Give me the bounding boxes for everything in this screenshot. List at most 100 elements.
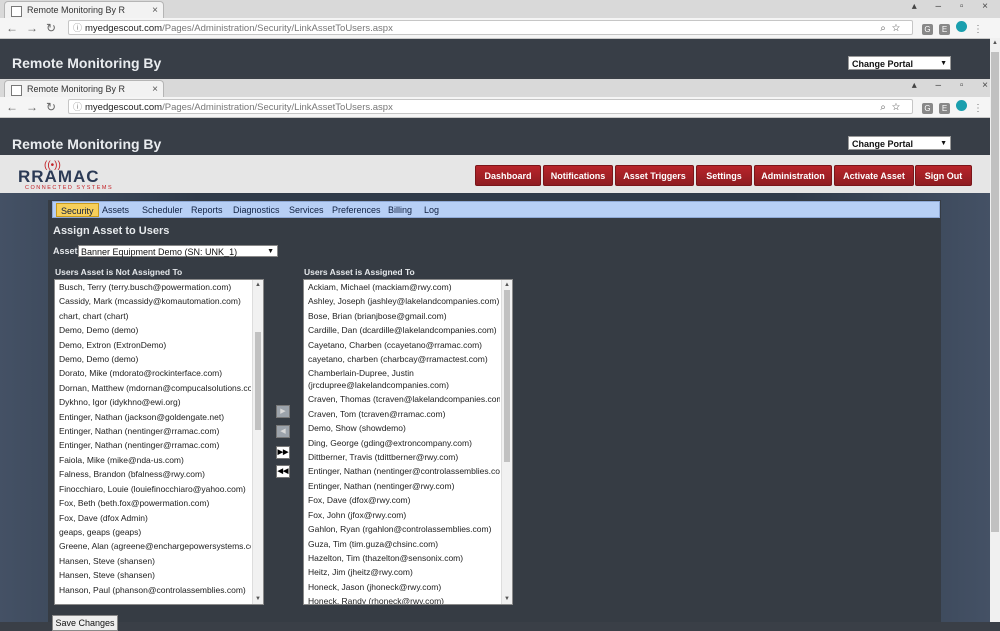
page-scroll-thumb[interactable] bbox=[991, 52, 999, 532]
list-item[interactable]: Faiola, Mike (mike@nda-us.com) bbox=[55, 453, 251, 467]
list-item[interactable]: Dornan, Matthew (mdornan@compucalsolutio… bbox=[55, 381, 251, 395]
list-item[interactable]: Fox, Beth (beth.fox@powermation.com) bbox=[55, 496, 251, 510]
list-item[interactable]: cayetano, charben (charbcay@rramactest.c… bbox=[304, 352, 500, 366]
save-changes-button[interactable]: Save Changes bbox=[52, 615, 118, 631]
close-tab-icon[interactable]: × bbox=[152, 2, 158, 18]
move-all-left-button[interactable]: ◀◀ bbox=[276, 465, 290, 478]
extension-g-icon[interactable]: G bbox=[922, 103, 933, 114]
list-item[interactable]: Fox, Dave (dfox Admin) bbox=[55, 511, 251, 525]
list-item[interactable]: Ding, George (gding@extroncompany.com) bbox=[304, 436, 500, 450]
list-item[interactable]: Dykhno, Igor (idykhno@ewi.org) bbox=[55, 395, 251, 409]
nav-sign-out-button[interactable]: Sign Out bbox=[915, 165, 972, 186]
list-item[interactable]: Honeck, Randy (rhoneck@rwy.com) bbox=[304, 594, 500, 604]
list-item[interactable]: Hansen, Steve (shansen) bbox=[55, 568, 251, 582]
tab-billing[interactable]: Billing bbox=[384, 203, 416, 217]
scroll-down-icon[interactable]: ▼ bbox=[504, 596, 510, 602]
list-item[interactable]: Fox, John (jfox@rwy.com) bbox=[304, 508, 500, 522]
extension-teal-icon[interactable] bbox=[956, 100, 967, 111]
bookmark-star-icon[interactable]: ⌕☆ bbox=[880, 21, 906, 36]
tab-diagnostics[interactable]: Diagnostics bbox=[229, 203, 284, 217]
list-item[interactable]: Honeck, Jason (jhoneck@rwy.com) bbox=[304, 580, 500, 594]
browser-nav-icons[interactable]: ←→↻ bbox=[6, 100, 64, 114]
change-portal-select-back[interactable]: Change Portal ▼ bbox=[848, 56, 951, 70]
list-item[interactable]: geaps, geaps (geaps) bbox=[55, 525, 251, 539]
scroll-up-icon[interactable]: ▲ bbox=[504, 282, 510, 288]
extension-icons[interactable]: G E ⋮ bbox=[922, 100, 989, 114]
extension-e-icon[interactable]: E bbox=[939, 103, 950, 114]
list-item[interactable]: Cardille, Dan (dcardille@lakelandcompani… bbox=[304, 323, 500, 337]
nav-settings-button[interactable]: Settings bbox=[696, 165, 752, 186]
scroll-thumb[interactable] bbox=[255, 332, 261, 430]
list-item[interactable]: Craven, Tom (tcraven@rramac.com) bbox=[304, 407, 500, 421]
list-item[interactable]: Dittberner, Travis (tdittberner@rwy.com) bbox=[304, 450, 500, 464]
list-item[interactable]: Chamberlain-Dupree, Justin (jrcdupree@la… bbox=[304, 366, 500, 392]
extension-teal-icon[interactable] bbox=[956, 21, 967, 32]
list-item[interactable]: Dorato, Mike (mdorato@rockinterface.com) bbox=[55, 366, 251, 380]
nav-dashboard-button[interactable]: Dashboard bbox=[475, 165, 541, 186]
bookmark-star-icon[interactable]: ⌕☆ bbox=[880, 100, 906, 115]
menu-icon[interactable]: ⋮ bbox=[973, 103, 989, 114]
list-item[interactable]: Greene, Alan (agreene@enchargepowersyste… bbox=[55, 539, 251, 553]
scroll-up-icon[interactable]: ▲ bbox=[992, 40, 998, 46]
list-item[interactable]: Entinger, Nathan (nentinger@rwy.com) bbox=[304, 479, 500, 493]
extension-icons[interactable]: G E ⋮ bbox=[922, 21, 989, 35]
not-assigned-scrollbar[interactable]: ▲ ▼ bbox=[252, 280, 263, 604]
browser-tab[interactable]: Remote Monitoring By R × bbox=[4, 80, 164, 97]
browser-tab-back[interactable]: Remote Monitoring By R × bbox=[4, 1, 164, 18]
list-item[interactable]: Demo, Demo (demo) bbox=[55, 352, 251, 366]
assigned-scrollbar[interactable]: ▲ ▼ bbox=[501, 280, 512, 604]
tab-scheduler[interactable]: Scheduler bbox=[138, 203, 187, 217]
list-item[interactable]: Busch, Terry (terry.busch@powermation.co… bbox=[55, 280, 251, 294]
list-item[interactable]: Cayetano, Charben (ccayetano@rramac.com) bbox=[304, 338, 500, 352]
list-item[interactable]: Hazelton, Tim (thazelton@sensonix.com) bbox=[304, 551, 500, 565]
list-item[interactable]: Bose, Brian (brianjbose@gmail.com) bbox=[304, 309, 500, 323]
move-selected-right-button[interactable]: ▶ bbox=[276, 405, 290, 418]
nav-asset-triggers-button[interactable]: Asset Triggers bbox=[615, 165, 694, 186]
nav-notifications-button[interactable]: Notifications bbox=[543, 165, 613, 186]
asset-select[interactable]: Banner Equipment Demo (SN: UNK_1) ▼ bbox=[78, 245, 278, 257]
page-scrollbar[interactable]: ▲ bbox=[990, 38, 1000, 622]
list-item[interactable]: Demo, Demo (demo) bbox=[55, 323, 251, 337]
browser-nav-icons[interactable]: ←→↻ bbox=[6, 21, 64, 35]
window-controls[interactable]: ▴ – ▫ × bbox=[912, 80, 996, 91]
move-selected-left-button[interactable]: ◀ bbox=[276, 425, 290, 438]
change-portal-select[interactable]: Change Portal ▼ bbox=[848, 136, 951, 150]
close-tab-icon[interactable]: × bbox=[152, 81, 158, 97]
list-item[interactable]: Gahlon, Ryan (rgahlon@controlassemblies.… bbox=[304, 522, 500, 536]
list-item[interactable]: chart, chart (chart) bbox=[55, 309, 251, 323]
tab-assets[interactable]: Assets bbox=[98, 203, 133, 217]
list-item[interactable]: Demo, Extron (ExtronDemo) bbox=[55, 338, 251, 352]
list-item[interactable]: Finocchiaro, Louie (louiefinocchiaro@yah… bbox=[55, 482, 251, 496]
list-item[interactable]: Falness, Brandon (bfalness@rwy.com) bbox=[55, 467, 251, 481]
list-item[interactable]: Entinger, Nathan (nentinger@rramac.com) bbox=[55, 424, 251, 438]
list-item[interactable]: Ackiam, Michael (mackiam@rwy.com) bbox=[304, 280, 500, 294]
list-item[interactable]: Entinger, Nathan (nentinger@rramac.com) bbox=[55, 438, 251, 452]
extension-e-icon[interactable]: E bbox=[939, 24, 950, 35]
tab-security[interactable]: Security bbox=[56, 203, 99, 217]
list-item[interactable]: Ashley, Joseph (jashley@lakelandcompanie… bbox=[304, 294, 500, 308]
tab-reports[interactable]: Reports bbox=[187, 203, 227, 217]
scroll-down-icon[interactable]: ▼ bbox=[255, 596, 261, 602]
list-item[interactable]: Cassidy, Mark (mcassidy@komautomation.co… bbox=[55, 294, 251, 308]
nav-administration-button[interactable]: Administration bbox=[754, 165, 832, 186]
window-controls[interactable]: ▴ – ▫ × bbox=[912, 1, 996, 12]
tab-log[interactable]: Log bbox=[420, 203, 443, 217]
list-item[interactable]: Entinger, Nathan (jackson@goldengate.net… bbox=[55, 410, 251, 424]
list-item[interactable]: Hanson, Paul (phanson@controlassemblies.… bbox=[55, 583, 251, 597]
extension-g-icon[interactable]: G bbox=[922, 24, 933, 35]
menu-icon[interactable]: ⋮ bbox=[973, 24, 989, 35]
list-item[interactable]: Demo, Show (showdemo) bbox=[304, 421, 500, 435]
not-assigned-listbox[interactable]: Busch, Terry (terry.busch@powermation.co… bbox=[54, 279, 264, 605]
list-item[interactable]: Hansen, Steve (shansen) bbox=[55, 554, 251, 568]
nav-activate-asset-button[interactable]: Activate Asset bbox=[834, 165, 914, 186]
address-bar[interactable]: ⓘ myedgescout.com/Pages/Administration/S… bbox=[68, 99, 913, 114]
list-item[interactable]: Heitz, Jim (jheitz@rwy.com) bbox=[304, 565, 500, 579]
list-item[interactable]: Entinger, Nathan (nentinger@controlassem… bbox=[304, 464, 500, 478]
move-all-right-button[interactable]: ▶▶ bbox=[276, 446, 290, 459]
scroll-up-icon[interactable]: ▲ bbox=[255, 282, 261, 288]
scroll-thumb[interactable] bbox=[504, 290, 510, 462]
assigned-listbox[interactable]: Ackiam, Michael (mackiam@rwy.com) Ashley,… bbox=[303, 279, 513, 605]
address-bar-back[interactable]: ⓘ myedgescout.com/Pages/Administration/S… bbox=[68, 20, 913, 35]
tab-preferences[interactable]: Preferences bbox=[328, 203, 385, 217]
list-item[interactable]: Craven, Thomas (tcraven@lakelandcompanie… bbox=[304, 392, 500, 406]
